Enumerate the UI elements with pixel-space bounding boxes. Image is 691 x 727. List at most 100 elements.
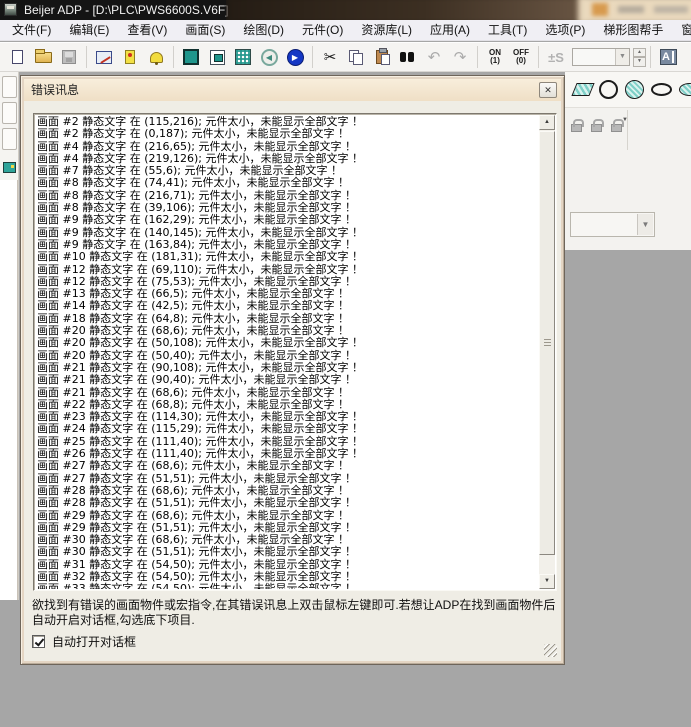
screen-properties-button[interactable] <box>91 45 117 70</box>
error-row[interactable]: 画面 #20 静态文字 在 (50,108); 元件太小，未能显示全部文字 ！ <box>37 337 538 349</box>
bell-icon <box>150 52 163 63</box>
menu-item[interactable]: 应用(A) <box>421 20 479 40</box>
screen-manager-icon[interactable] <box>3 162 16 173</box>
zoom-combobox[interactable]: ▼ <box>570 212 655 237</box>
menu-item[interactable]: 文件(F) <box>3 20 60 40</box>
find-button[interactable] <box>395 45 421 70</box>
open-file-button[interactable] <box>30 45 56 70</box>
lock-icon[interactable] <box>591 124 602 132</box>
alarm-button[interactable] <box>143 45 169 70</box>
menu-item[interactable]: 窗口(W) <box>672 20 691 40</box>
text-tool-icon: A <box>660 49 677 65</box>
resize-grip[interactable] <box>544 644 557 657</box>
dialog-body: 画面 #2 静态文字 在 (115,216); 元件太小，未能显示全部文字 ！画… <box>24 101 561 661</box>
error-row[interactable]: 画面 #2 静态文字 在 (0,187); 元件太小，未能显示全部文字 ！ <box>37 128 538 140</box>
auto-open-checkbox[interactable] <box>32 635 45 648</box>
toolbar-separator <box>312 46 313 68</box>
scroll-up-button[interactable]: ▲ <box>539 115 555 130</box>
spinner-up-icon[interactable]: ▲ <box>633 48 646 58</box>
previous-screen-button[interactable]: ◀ <box>256 45 282 70</box>
on-state-button[interactable]: ON(1) <box>482 45 508 70</box>
dialog-titlebar[interactable]: 错误讯息 ✕ <box>24 79 561 101</box>
menu-item[interactable]: 查看(V) <box>118 20 176 40</box>
set-state-button[interactable]: ±S <box>543 45 569 70</box>
plus-minus-s-icon: ±S <box>548 50 564 65</box>
menu-item[interactable]: 资源库(L) <box>352 20 421 40</box>
window-title: Beijer ADP - [D:\PLC\PWS6600S.V6F] <box>24 0 229 20</box>
new-file-button[interactable] <box>4 45 30 70</box>
error-row[interactable]: 画面 #24 静态文字 在 (115,29); 元件太小，未能显示全部文字 ！ <box>37 423 538 435</box>
save-button[interactable] <box>56 45 82 70</box>
error-row[interactable]: 画面 #21 静态文字 在 (90,40); 元件太小，未能显示全部文字 ！ <box>37 374 538 386</box>
menu-item[interactable]: 梯形图帮手 <box>594 20 672 40</box>
vertical-scrollbar[interactable]: ▲ ▼ <box>539 115 555 589</box>
menu-item[interactable]: 元件(O) <box>293 20 352 40</box>
lock-dropdown-icon[interactable]: ▼ <box>611 124 622 132</box>
menu-item[interactable]: 绘图(D) <box>234 20 293 40</box>
open-folder-icon <box>35 52 52 63</box>
new-file-icon <box>12 50 23 64</box>
undo-icon: ↶ <box>428 50 441 65</box>
error-row[interactable]: 画面 #21 静态文字 在 (68,6); 元件太小，未能显示全部文字 ！ <box>37 387 538 399</box>
next-screen-button[interactable]: ▶ <box>282 45 308 70</box>
tag-button[interactable] <box>117 45 143 70</box>
ellipse-outline-tool-icon[interactable] <box>651 83 672 96</box>
parallelogram-tool-icon[interactable] <box>571 83 594 96</box>
scroll-down-button[interactable]: ▼ <box>539 574 555 589</box>
dock-button[interactable] <box>2 128 17 150</box>
spinner-down-icon[interactable]: ▼ <box>633 57 646 67</box>
error-row[interactable]: 画面 #9 静态文字 在 (162,29); 元件太小，未能显示全部文字 ！ <box>37 214 538 226</box>
binoculars-icon <box>400 52 416 63</box>
screen-properties-icon <box>96 51 112 64</box>
menu-item[interactable]: 选项(P) <box>536 20 594 40</box>
error-row[interactable]: 画面 #28 静态文字 在 (51,51); 元件太小，未能显示全部文字 ！ <box>37 497 538 509</box>
state-spinner[interactable]: ▲ ▼ <box>633 48 646 67</box>
redo-button[interactable]: ↷ <box>447 45 473 70</box>
lock-icon[interactable] <box>571 124 582 132</box>
dock-button[interactable] <box>2 102 17 124</box>
auto-open-checkbox-label: 自动打开对话框 <box>52 633 136 650</box>
menu-item[interactable]: 编辑(E) <box>60 20 118 40</box>
window-titlebar: Beijer ADP - [D:\PLC\PWS6600S.V6F] <box>0 0 691 20</box>
menu-item[interactable]: 画面(S) <box>176 20 234 40</box>
error-row[interactable]: 画面 #12 静态文字 在 (69,110); 元件太小，未能显示全部文字 ！ <box>37 264 538 276</box>
redo-icon: ↷ <box>454 50 467 65</box>
menubar: 文件(F)编辑(E)查看(V)画面(S)绘图(D)元件(O)资源库(L)应用(A… <box>0 20 691 41</box>
copy-icon <box>349 50 363 64</box>
error-row[interactable]: 画面 #14 静态文字 在 (42,5); 元件太小，未能显示全部文字 ！ <box>37 300 538 312</box>
dialog-close-button[interactable]: ✕ <box>539 82 557 98</box>
circle-outline-tool-icon[interactable] <box>599 80 618 99</box>
dock-button[interactable] <box>2 76 17 98</box>
dialog-title: 错误讯息 <box>31 79 79 101</box>
error-row[interactable]: 画面 #27 静态文字 在 (68,6); 元件太小，未能显示全部文字 ！ <box>37 460 538 472</box>
error-row[interactable]: 画面 #33 静态文字 在 (54,50); 元件太小，未能显示全部文字 ！ <box>37 583 538 589</box>
scrollbar-grip-icon <box>544 339 551 347</box>
circle-filled-tool-icon[interactable] <box>625 80 644 99</box>
toolbar-separator <box>173 46 174 68</box>
copy-button[interactable] <box>343 45 369 70</box>
menu-item[interactable]: 工具(T) <box>479 20 536 40</box>
cut-button[interactable]: ✂ <box>317 45 343 70</box>
grid-button[interactable] <box>230 45 256 70</box>
scrollbar-thumb[interactable] <box>539 131 555 555</box>
error-row[interactable]: 画面 #8 静态文字 在 (74,41); 元件太小，未能显示全部文字 ！ <box>37 177 538 189</box>
dropdown-arrow-icon[interactable]: ▼ <box>615 49 629 65</box>
grid-icon <box>235 49 251 65</box>
error-row[interactable]: 画面 #29 静态文字 在 (68,6); 元件太小，未能显示全部文字 ！ <box>37 510 538 522</box>
text-tool-button[interactable]: A <box>655 45 681 70</box>
auto-open-checkbox-row[interactable]: 自动打开对话框 <box>32 634 136 648</box>
screen-view-button[interactable] <box>178 45 204 70</box>
off-state-button[interactable]: OFF(0) <box>508 45 534 70</box>
error-row[interactable]: 画面 #30 静态文字 在 (51,51); 元件太小，未能显示全部文字 ！ <box>37 546 538 558</box>
ellipse-filled-tool-icon[interactable] <box>679 83 691 96</box>
dropdown-arrow-icon[interactable]: ▼ <box>637 214 653 235</box>
forward-arrow-icon: ▶ <box>287 49 304 66</box>
state-combobox[interactable]: ▼ <box>572 48 630 66</box>
window-view-button[interactable] <box>204 45 230 70</box>
left-dock-strip <box>0 72 19 600</box>
toolbar-group-divider <box>627 110 628 150</box>
undo-button[interactable]: ↶ <box>421 45 447 70</box>
error-row[interactable]: 画面 #10 静态文字 在 (181,31); 元件太小，未能显示全部文字 ！ <box>37 251 538 263</box>
paste-button[interactable] <box>369 45 395 70</box>
lock-toolbar: ▼ <box>565 108 691 155</box>
